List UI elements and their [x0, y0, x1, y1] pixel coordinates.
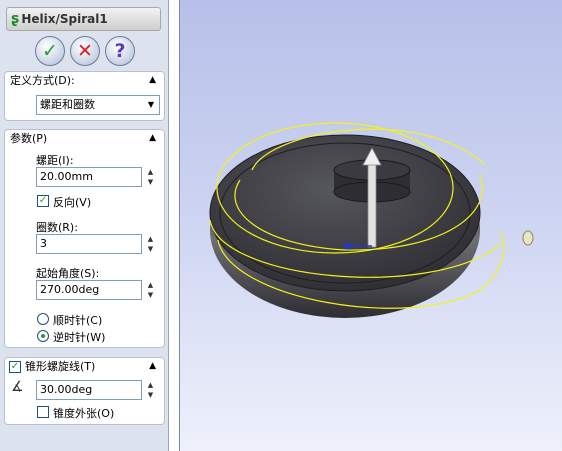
- pitch-input[interactable]: 20.00mm: [36, 167, 142, 187]
- parameters-label: 参数(P): [10, 132, 48, 145]
- definition-value: 螺距和圈数: [40, 98, 95, 111]
- definition-group-header[interactable]: 定义方式(D): ▲: [5, 72, 164, 89]
- parameters-group-header[interactable]: 参数(P) ▲: [5, 130, 164, 147]
- help-icon: ?: [114, 40, 126, 62]
- panel-splitter[interactable]: [168, 0, 180, 451]
- chevron-down-icon[interactable]: ▼: [143, 96, 159, 114]
- reverse-checkbox[interactable]: ✓: [37, 195, 49, 207]
- collapse-icon[interactable]: ▲: [149, 130, 156, 147]
- counterclockwise-radio[interactable]: [37, 330, 49, 342]
- pitch-spinner[interactable]: ▲ ▼: [146, 167, 155, 187]
- taper-angle-spinner[interactable]: ▲ ▼: [146, 380, 155, 400]
- help-button[interactable]: ?: [105, 36, 135, 66]
- clockwise-label: 顺时针(C): [53, 314, 103, 327]
- grip-handle-icon[interactable]: [522, 230, 534, 246]
- revolutions-spinner[interactable]: ▲ ▼: [146, 234, 155, 254]
- reverse-label: 反向(V): [53, 196, 92, 209]
- graphics-viewport[interactable]: [180, 0, 562, 451]
- model-view[interactable]: [180, 0, 562, 451]
- taper-label: 锥形螺旋线(T): [25, 360, 96, 373]
- feature-title-bar: ʂ Helix/Spiral1: [6, 7, 161, 31]
- parameters-group: 参数(P) ▲ 螺距(I): 20.00mm ▲ ▼ ✓ 反向(V) 圈数(R):…: [4, 129, 165, 348]
- collapse-icon[interactable]: ▲: [149, 358, 156, 375]
- definition-label: 定义方式(D):: [10, 74, 75, 87]
- start-angle-input[interactable]: 270.00deg: [36, 280, 142, 300]
- taper-group: ✓ 锥形螺旋线(T) ▲ ∡ 30.00deg ▲ ▼ 锥度外张(O): [4, 357, 165, 425]
- helix-icon: ʂ: [11, 11, 20, 27]
- property-manager-panel: ʂ Helix/Spiral1 ✓ ✕ ? 定义方式(D): ▲ 螺距和圈数 ▼…: [0, 0, 168, 451]
- taper-checkbox[interactable]: ✓: [9, 361, 21, 373]
- close-icon: ✕: [77, 40, 93, 62]
- definition-group: 定义方式(D): ▲ 螺距和圈数 ▼: [4, 71, 165, 121]
- start-angle-spinner[interactable]: ▲ ▼: [146, 280, 155, 300]
- start-angle-label: 起始角度(S):: [36, 267, 100, 280]
- taper-group-header[interactable]: ✓ 锥形螺旋线(T) ▲: [5, 358, 164, 375]
- taper-outward-label: 锥度外张(O): [53, 407, 115, 420]
- cancel-button[interactable]: ✕: [70, 36, 100, 66]
- taper-angle-icon: ∡: [11, 379, 24, 395]
- pitch-label: 螺距(I):: [36, 154, 74, 167]
- checkmark-icon: ✓: [42, 40, 58, 62]
- definition-select[interactable]: 螺距和圈数 ▼: [36, 95, 160, 115]
- feature-title: Helix/Spiral1: [21, 12, 108, 26]
- counterclockwise-label: 逆时针(W): [53, 331, 106, 344]
- revolutions-input[interactable]: 3: [36, 234, 142, 254]
- taper-angle-input[interactable]: 30.00deg: [36, 380, 142, 400]
- revolutions-label: 圈数(R):: [36, 221, 78, 234]
- ok-button[interactable]: ✓: [35, 36, 65, 66]
- collapse-icon[interactable]: ▲: [149, 72, 156, 89]
- clockwise-radio[interactable]: [37, 313, 49, 325]
- taper-outward-checkbox[interactable]: [37, 406, 49, 418]
